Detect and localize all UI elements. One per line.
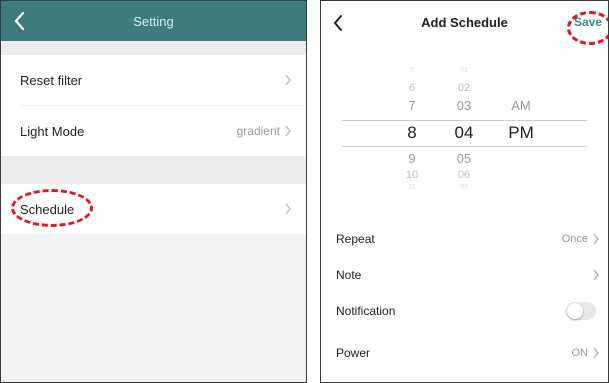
chevron-right-icon: [285, 203, 291, 215]
minute-option: 05: [456, 151, 472, 166]
hour-option: 10: [405, 169, 419, 181]
notification-row: Notification: [321, 293, 608, 329]
hour-option: 11: [408, 184, 416, 191]
chevron-right-icon: [285, 74, 291, 86]
light-mode-value: gradient: [236, 124, 280, 138]
picker-top-line: [342, 120, 587, 121]
chevron-right-icon: [593, 269, 599, 281]
chevron-right-icon: [593, 233, 599, 245]
settings-group-1: Reset filter Light Mode gradient: [1, 55, 306, 156]
minute-option: 02: [457, 82, 471, 94]
light-mode-row[interactable]: Light Mode gradient: [1, 106, 306, 156]
note-row[interactable]: Note: [321, 257, 608, 293]
page-title: Add Schedule: [421, 15, 508, 30]
power-row[interactable]: Power ON: [321, 335, 608, 371]
reset-filter-row[interactable]: Reset filter: [1, 55, 306, 105]
power-label: Power: [336, 346, 371, 360]
power-value: ON: [571, 347, 589, 359]
section-gap: [1, 156, 306, 184]
repeat-row[interactable]: Repeat Once: [321, 221, 608, 257]
reset-filter-label: Reset filter: [20, 72, 83, 88]
hour-option: 6: [408, 82, 416, 94]
time-picker[interactable]: 5 6 7 8 9 10 11 01 02 03 04 05 06 07 AM …: [321, 45, 608, 195]
setting-screen: Setting Reset filter Light Mode gradient…: [0, 0, 307, 383]
repeat-value: Once: [561, 233, 588, 245]
minute-option: 07: [460, 184, 468, 191]
schedule-label: Schedule: [20, 201, 75, 217]
setting-header: Setting: [1, 1, 306, 41]
toggle-knob: [567, 303, 583, 319]
note-label: Note: [336, 268, 362, 282]
add-schedule-screen: Add Schedule Save 5 6 7 8 9 10 11 01 02 …: [320, 0, 609, 383]
hour-option: 9: [408, 151, 416, 166]
notification-toggle[interactable]: [566, 302, 596, 320]
repeat-label: Repeat: [336, 232, 375, 246]
chevron-right-icon: [285, 125, 291, 137]
light-mode-label: Light Mode: [20, 123, 85, 139]
minute-option: 01: [460, 67, 468, 74]
pm-option-selected: PM: [508, 123, 534, 142]
am-option: AM: [511, 98, 531, 113]
chevron-right-icon: [593, 347, 599, 359]
hour-option-selected: 8: [407, 123, 417, 142]
save-button[interactable]: Save: [574, 15, 602, 29]
page-title: Setting: [133, 14, 174, 29]
schedule-row[interactable]: Schedule: [1, 184, 306, 234]
section-gap: [1, 41, 306, 55]
hour-option: 5: [410, 67, 414, 74]
minute-option: 06: [457, 169, 471, 181]
picker-bottom-line: [342, 146, 587, 147]
notification-label: Notification: [336, 304, 396, 318]
minute-option-selected: 04: [454, 123, 474, 142]
hour-option: 7: [408, 98, 416, 113]
add-schedule-header: Add Schedule Save: [321, 1, 608, 45]
minute-option: 03: [456, 98, 472, 113]
settings-group-2: Schedule: [1, 184, 306, 234]
